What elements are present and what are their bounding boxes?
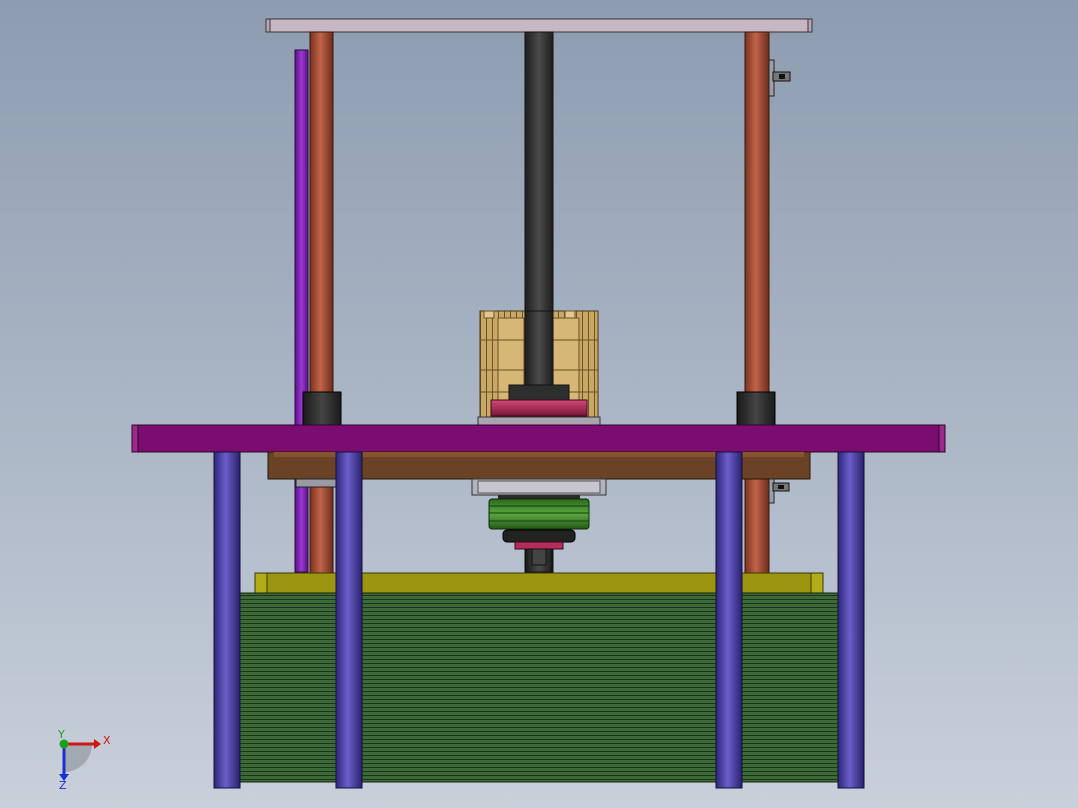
leg-3[interactable] [715,451,743,789]
green-disc[interactable] [488,498,590,530]
leg-4[interactable] [837,451,865,789]
middle-table[interactable] [132,424,946,453]
column-bushing-right[interactable] [736,391,776,427]
middle-table-end-right [938,424,946,453]
middle-table-end-left [131,424,139,453]
motor-housing-inner [477,480,601,494]
yellow-base-end-right [810,572,824,594]
column-bracket-bottom[interactable] [768,478,790,504]
leg-1[interactable] [213,451,241,789]
guide-column-right[interactable] [744,31,770,575]
orientation-triad[interactable]: X Y Z [57,728,111,792]
gear-ring-lower[interactable] [514,541,564,550]
cad-viewport[interactable]: X Y Z [0,0,1078,808]
coil-stack[interactable] [239,592,839,783]
triad-shadow [64,744,92,772]
triad-y-label: Y [57,728,65,741]
yellow-base-end-left [254,572,268,594]
gear-base-plate [477,416,601,426]
left-clamp [295,478,337,488]
screw-end-cap [531,548,547,566]
purple-side-rod[interactable] [294,49,309,573]
coupling-disc[interactable] [502,529,576,543]
screw-through-gear [524,310,554,388]
assembly-drawing[interactable]: X Y Z [0,0,1078,808]
screw-nut[interactable] [508,384,570,402]
column-bushing-left[interactable] [302,391,342,427]
triad-z-label: Z [59,779,67,792]
motor-flange [498,495,580,499]
guide-column-left[interactable] [309,31,334,575]
top-plate[interactable] [267,18,811,33]
triad-x-arrow [94,739,101,749]
leg-2[interactable] [335,451,363,789]
top-plate-end-right [807,18,813,33]
top-plate-end-left [265,18,271,33]
triad-x-label: X [103,734,111,747]
gear-ring-upper[interactable] [490,399,588,417]
column-bracket-top[interactable] [768,59,791,97]
